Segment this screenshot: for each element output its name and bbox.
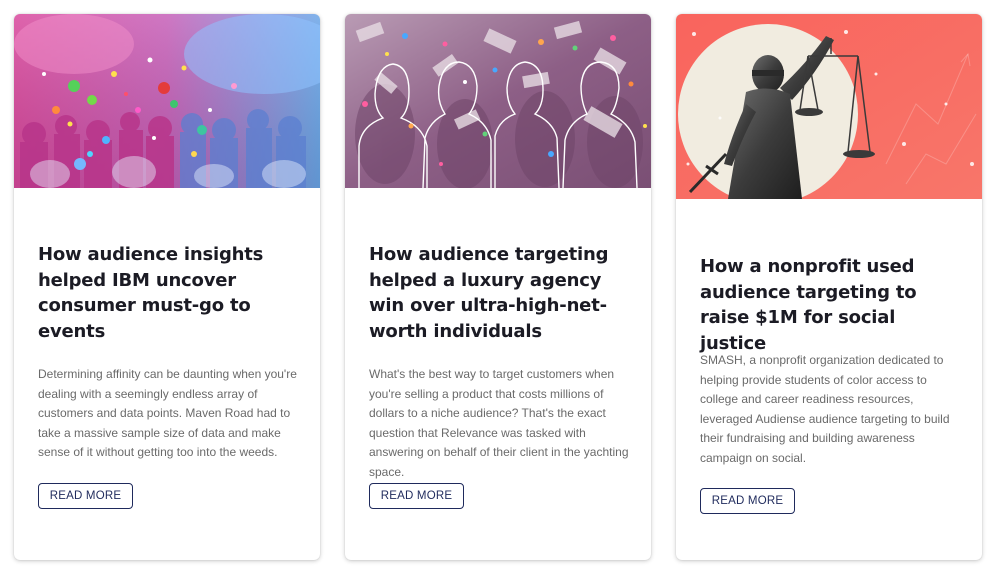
- case-study-card-nonprofit: How a nonprofit used audience targeting …: [676, 14, 982, 560]
- case-study-card-luxury-agency: How audience targeting helped a luxury a…: [345, 14, 651, 560]
- card-title: How audience insights helped IBM uncover…: [38, 244, 264, 342]
- read-more-button[interactable]: READ MORE: [369, 483, 464, 509]
- case-study-cards: How audience insights helped IBM uncover…: [0, 0, 1000, 576]
- card-description: Determining affinity can be daunting whe…: [38, 367, 297, 459]
- case-study-card-ibm: How audience insights helped IBM uncover…: [14, 14, 320, 560]
- read-more-button[interactable]: READ MORE: [38, 483, 133, 509]
- card-title: How audience targeting helped a luxury a…: [369, 244, 609, 342]
- people-money-image: [345, 14, 651, 188]
- concert-audience-image: [14, 14, 320, 188]
- card-title: How a nonprofit used audience targeting …: [700, 256, 917, 354]
- lady-justice-image: [676, 14, 982, 199]
- card-description: SMASH, a nonprofit organization dedicate…: [700, 353, 950, 465]
- card-description: What's the best way to target customers …: [369, 367, 629, 479]
- read-more-button[interactable]: READ MORE: [700, 488, 795, 514]
